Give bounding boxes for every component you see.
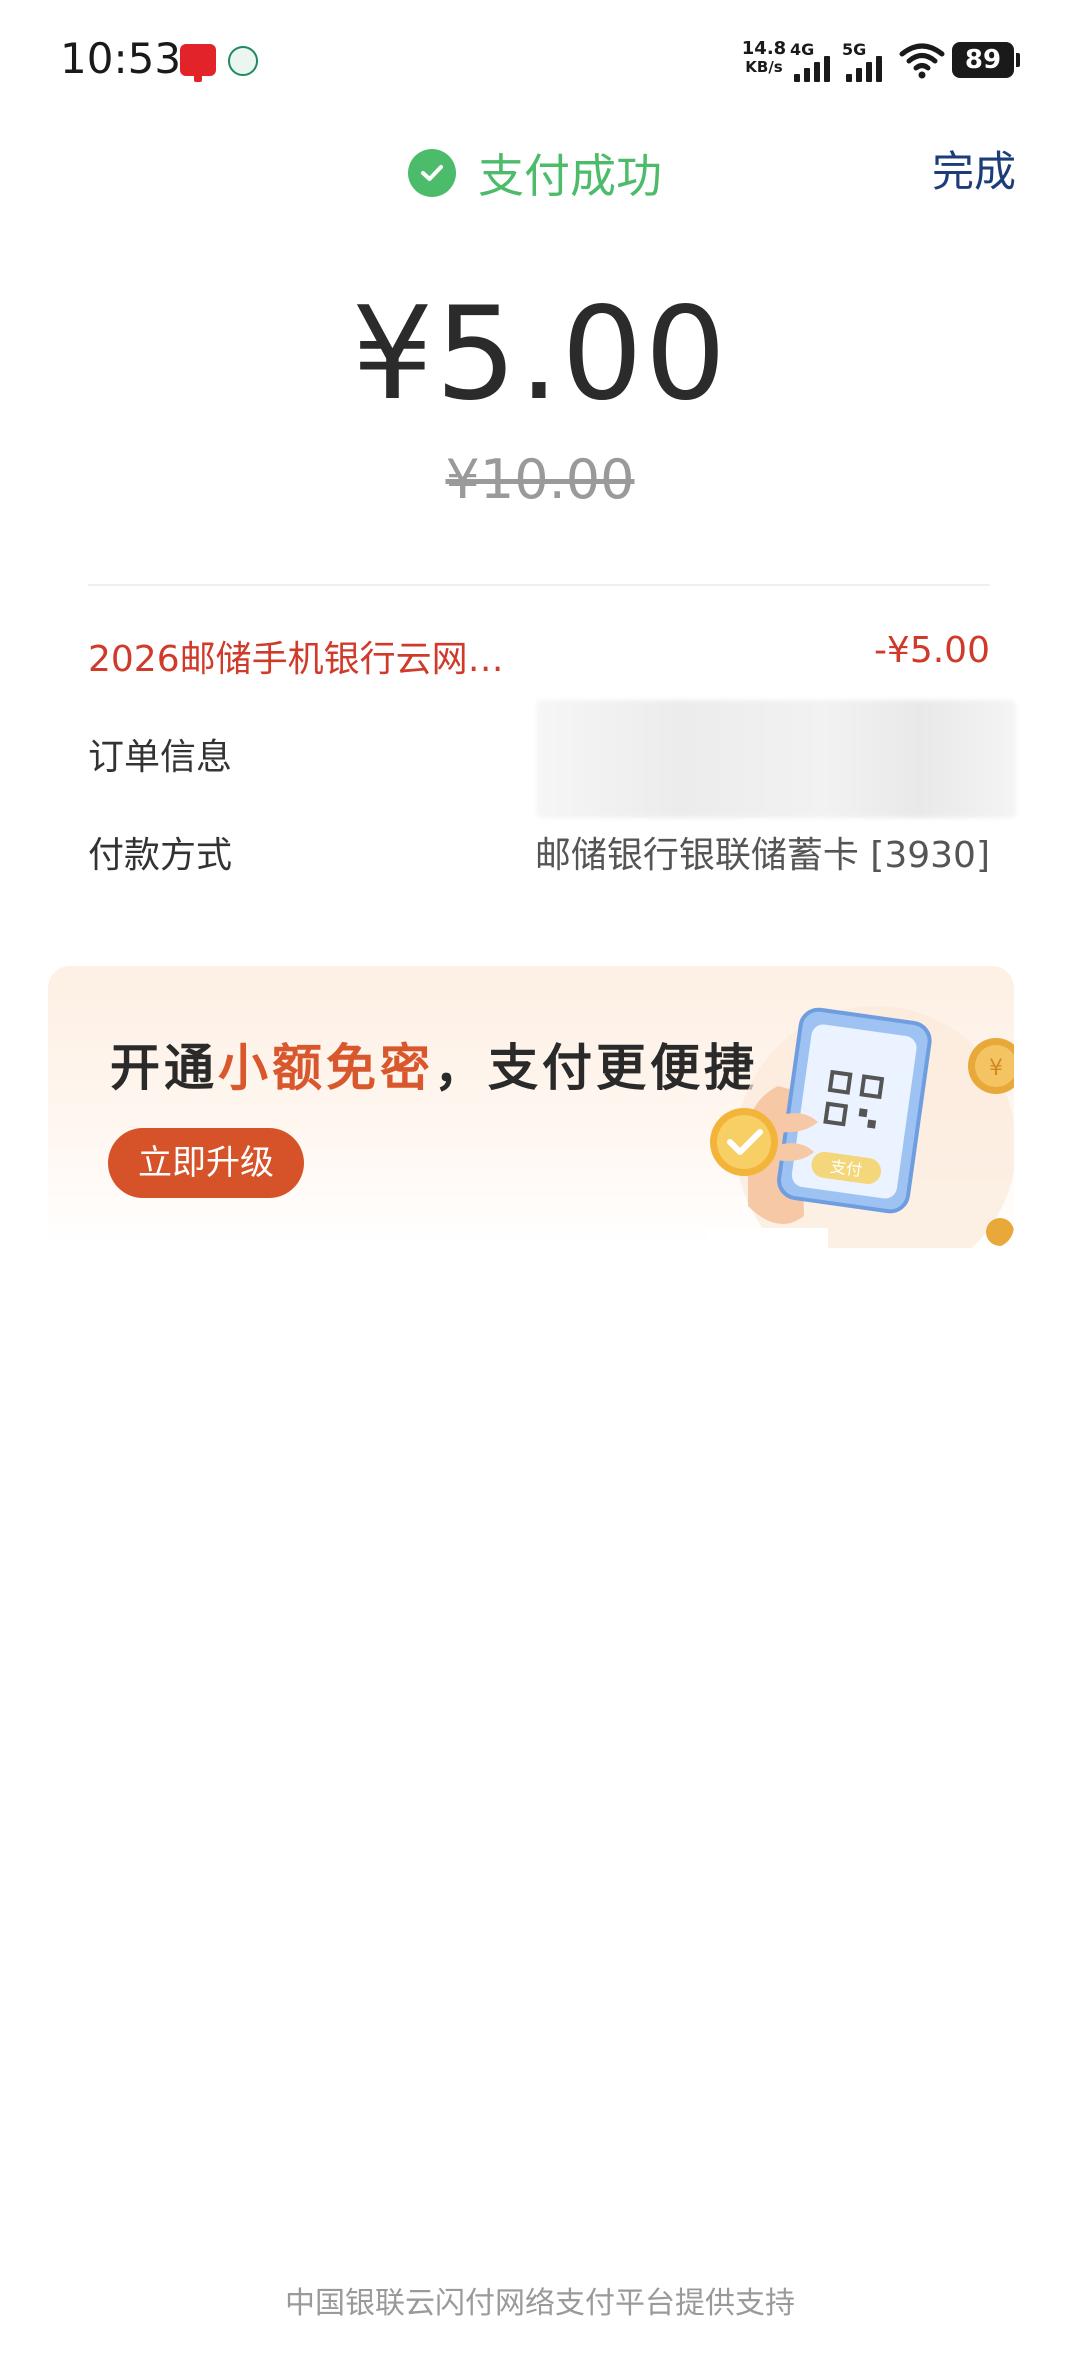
payment-method-label: 付款方式 [88, 835, 233, 876]
original-amount: ¥10.00 [445, 448, 635, 511]
signal-5g-icon: 5G [842, 40, 886, 82]
discount-label: 2026邮储手机银行云网… [88, 639, 504, 680]
discount-value: -¥5.00 [873, 630, 990, 671]
footer-support-text: 中国银联云闪付网络支付平台提供支持 [285, 2286, 795, 2321]
upgrade-button[interactable]: 立即升级 [108, 1128, 304, 1198]
wifi-icon [899, 43, 945, 79]
paid-amount: ¥5.00 [351, 280, 729, 429]
done-button[interactable]: 完成 [932, 138, 1016, 199]
app-notification-icon [228, 46, 258, 76]
order-info-row[interactable]: 订单信息 [88, 700, 1016, 818]
network-speed: 14.8 KB/s [736, 38, 792, 77]
battery-indicator: 89 [952, 42, 1020, 78]
result-header: 支付成功 完成 [0, 130, 1080, 210]
promo-title-highlight: 小额免密 [218, 1039, 434, 1097]
promo-banner[interactable]: 开通小额免密，支付更便捷 立即升级 支付 ¥ [48, 966, 1014, 1248]
bank-notification-icon [180, 44, 216, 82]
svg-text:¥: ¥ [989, 1056, 1003, 1081]
divider [88, 584, 990, 586]
payment-method-row: 付款方式 邮储银行银联储蓄卡 [3930] [88, 826, 990, 886]
payment-method-value: 邮储银行银联储蓄卡 [3930] [534, 835, 990, 876]
success-text: 支付成功 [478, 149, 662, 203]
promo-title-prefix: 开通 [110, 1039, 218, 1097]
promo-title: 开通小额免密，支付更便捷 [110, 1028, 758, 1100]
order-info-value-redacted [536, 700, 1016, 818]
phone-payment-illustration: 支付 ¥ [708, 1006, 1014, 1248]
success-check-icon [408, 149, 456, 197]
payment-success-title: 支付成功 [408, 140, 662, 206]
signal-4g-icon: 4G [790, 40, 834, 82]
order-info-label: 订单信息 [88, 737, 233, 778]
status-bar: 10:53 14.8 KB/s 4G 5G 89 [0, 0, 1080, 120]
discount-row: 2026邮储手机银行云网… -¥5.00 [88, 630, 990, 690]
network-speed-value: 14.8 [741, 38, 787, 59]
network-speed-unit: KB/s [745, 58, 783, 76]
status-time: 10:53 [60, 34, 182, 83]
